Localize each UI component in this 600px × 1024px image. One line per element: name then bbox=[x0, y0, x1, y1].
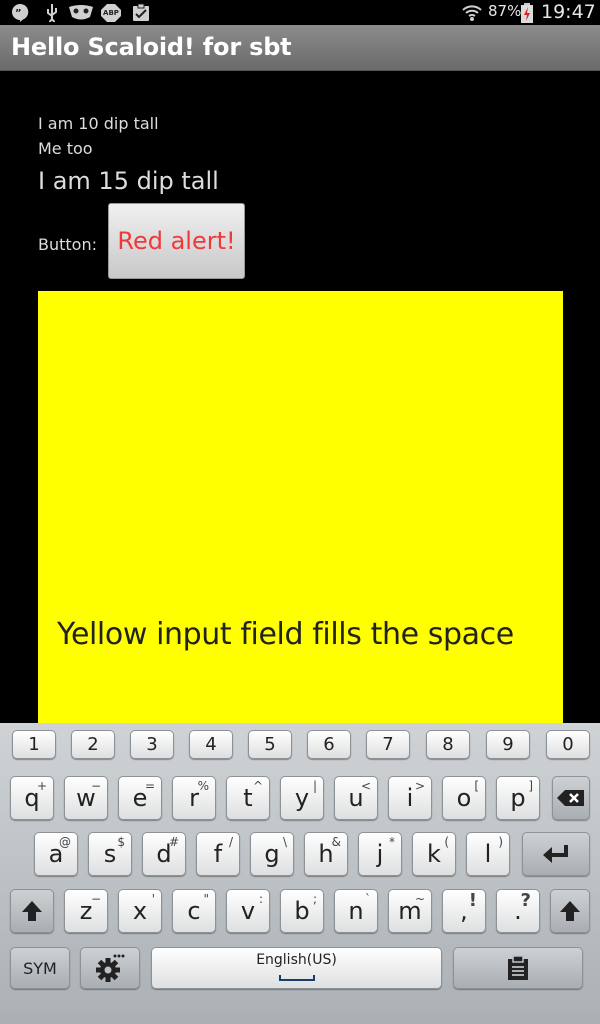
sym-key[interactable]: SYM bbox=[10, 947, 70, 989]
clipboard-key[interactable] bbox=[453, 947, 583, 989]
key-9[interactable]: 9 bbox=[486, 730, 530, 759]
settings-key[interactable] bbox=[80, 947, 140, 989]
key-v[interactable]: v: bbox=[226, 889, 270, 933]
key-s[interactable]: s $ bbox=[88, 832, 132, 876]
space-key[interactable]: English(US) bbox=[151, 947, 442, 989]
key-a[interactable]: a @ bbox=[34, 832, 78, 876]
mask-icon bbox=[67, 3, 95, 22]
space-underline-icon bbox=[279, 975, 315, 981]
red-alert-button[interactable]: Red alert! bbox=[108, 203, 245, 279]
battery-icon bbox=[520, 2, 534, 23]
settings-icon bbox=[96, 954, 125, 982]
text-me-too: Me too bbox=[38, 139, 93, 158]
hangouts-icon: ” bbox=[9, 3, 31, 22]
key-n[interactable]: n ` bbox=[334, 889, 378, 933]
button-caption: Button: bbox=[38, 235, 97, 254]
backspace-icon bbox=[557, 790, 584, 806]
backspace-key[interactable] bbox=[552, 776, 590, 820]
key-p[interactable]: p] bbox=[496, 776, 540, 820]
key-z[interactable]: z − bbox=[64, 889, 108, 933]
usb-icon bbox=[41, 3, 63, 22]
key-8[interactable]: 8 bbox=[426, 730, 470, 759]
adblock-icon: ABP bbox=[99, 3, 123, 22]
key-h[interactable]: h & bbox=[304, 832, 348, 876]
key-4[interactable]: 4 bbox=[189, 730, 233, 759]
key-t[interactable]: t ^ bbox=[226, 776, 270, 820]
main-content: I am 10 dip tall Me too I am 15 dip tall… bbox=[0, 71, 600, 723]
key-f[interactable]: f / bbox=[196, 832, 240, 876]
key-j[interactable]: j * bbox=[358, 832, 402, 876]
wifi-icon bbox=[460, 3, 484, 22]
svg-text:”: ” bbox=[15, 8, 22, 19]
input-text: Yellow input field fills the space bbox=[57, 617, 514, 652]
key-0[interactable]: 0 bbox=[546, 730, 590, 759]
app-title: Hello Scaloid! for sbt bbox=[11, 33, 292, 61]
key-r[interactable]: r% bbox=[172, 776, 216, 820]
clipboard-check-icon bbox=[129, 3, 153, 22]
key-k[interactable]: k( bbox=[412, 832, 456, 876]
enter-key[interactable] bbox=[522, 832, 590, 876]
key-w[interactable]: w − bbox=[64, 776, 108, 820]
key-d[interactable]: d # bbox=[142, 832, 186, 876]
text-15-dip: I am 15 dip tall bbox=[38, 167, 219, 195]
enter-icon bbox=[543, 845, 568, 863]
clock: 19:47 bbox=[541, 1, 596, 23]
shift-icon bbox=[22, 901, 42, 921]
soft-keyboard: 1 2 3 4 5 6 7 8 9 0 q + w − e = r% t ^ y | u <… bbox=[0, 723, 600, 1024]
key-m[interactable]: m ~ bbox=[388, 889, 432, 933]
text-10-dip: I am 10 dip tall bbox=[38, 114, 159, 133]
key-6[interactable]: 6 bbox=[307, 730, 351, 759]
key-comma[interactable]: ,! bbox=[442, 889, 486, 933]
key-5[interactable]: 5 bbox=[248, 730, 292, 759]
key-b[interactable]: b; bbox=[280, 889, 324, 933]
key-g[interactable]: g \ bbox=[250, 832, 294, 876]
battery-percent: 87% bbox=[488, 2, 522, 20]
shift-icon bbox=[560, 901, 580, 921]
key-7[interactable]: 7 bbox=[366, 730, 410, 759]
key-3[interactable]: 3 bbox=[130, 730, 174, 759]
key-l[interactable]: l) bbox=[466, 832, 510, 876]
key-1[interactable]: 1 bbox=[12, 730, 56, 759]
key-q[interactable]: q + bbox=[10, 776, 54, 820]
shift-key-right[interactable] bbox=[550, 889, 590, 933]
title-bar: Hello Scaloid! for sbt bbox=[0, 25, 600, 71]
key-y[interactable]: y | bbox=[280, 776, 324, 820]
key-2[interactable]: 2 bbox=[71, 730, 115, 759]
shift-key-left[interactable] bbox=[10, 889, 54, 933]
clipboard-icon bbox=[508, 955, 528, 980]
status-bar: ” ABP 87% 19:47 bbox=[0, 0, 600, 25]
yellow-input-field[interactable]: Yellow input field fills the space bbox=[38, 291, 563, 723]
key-period[interactable]: .? bbox=[496, 889, 540, 933]
key-u[interactable]: u < bbox=[334, 776, 378, 820]
key-x[interactable]: x ' bbox=[118, 889, 162, 933]
key-i[interactable]: i > bbox=[388, 776, 432, 820]
key-c[interactable]: c " bbox=[172, 889, 216, 933]
key-o[interactable]: o[ bbox=[442, 776, 486, 820]
key-e[interactable]: e = bbox=[118, 776, 162, 820]
